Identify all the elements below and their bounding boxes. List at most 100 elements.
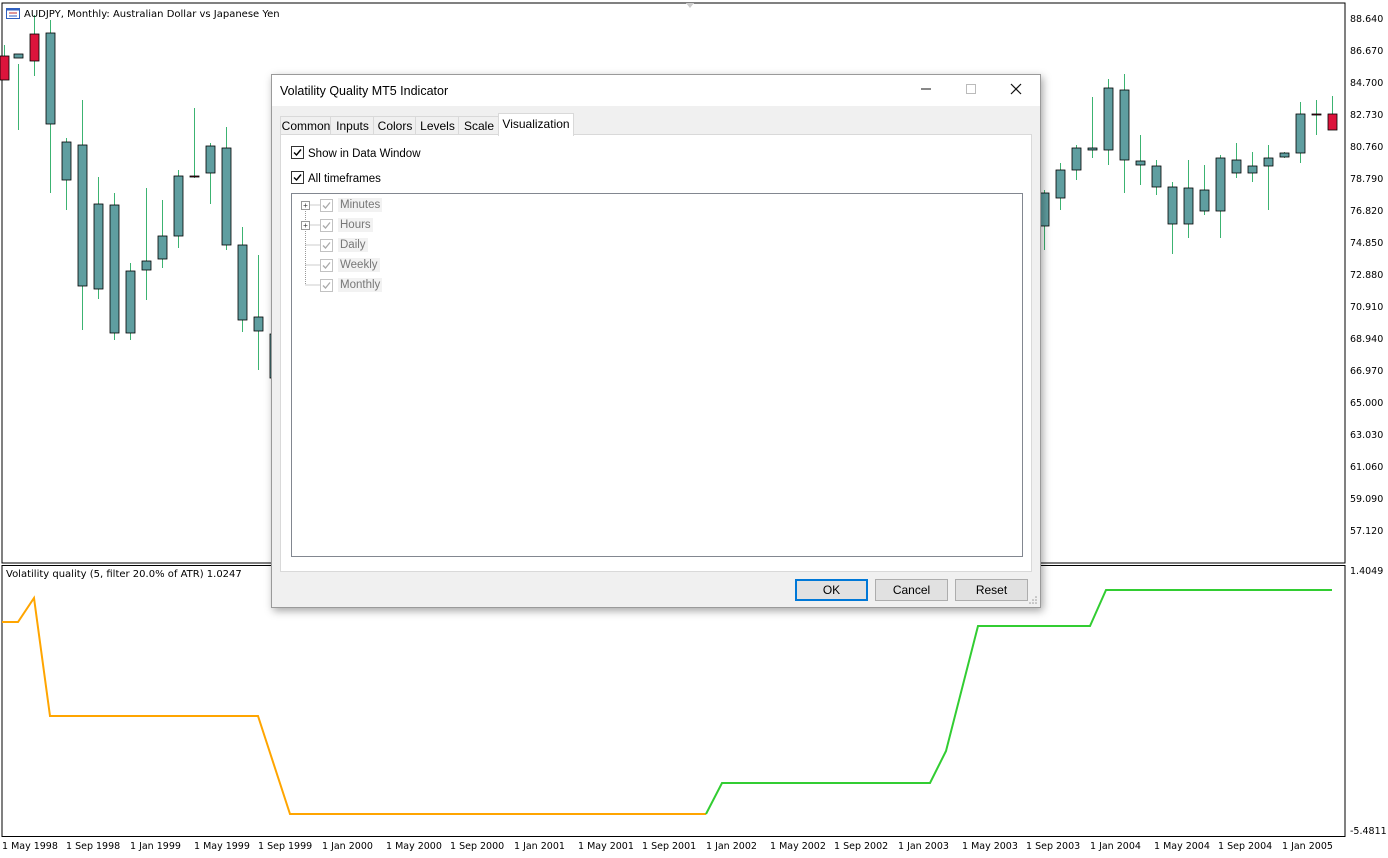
show-in-data-window-checkbox[interactable]: Show in Data Window bbox=[291, 146, 421, 160]
tab-colors[interactable]: Colors bbox=[373, 116, 417, 136]
timeframes-tree[interactable]: + Minutes + Hours Daily Weekly Monthly bbox=[291, 193, 1023, 557]
indicator-axis-top: 1.4049 bbox=[1350, 566, 1384, 577]
candle-body bbox=[1039, 192, 1050, 227]
candle-body bbox=[141, 260, 152, 271]
price-axis-label: 72.880 bbox=[1350, 270, 1384, 281]
candle-body bbox=[1087, 147, 1098, 151]
price-axis-label: 66.970 bbox=[1350, 366, 1384, 377]
chart-window-icon bbox=[6, 8, 20, 19]
time-axis-label: 1 May 2001 bbox=[578, 841, 634, 852]
close-button[interactable] bbox=[993, 75, 1038, 106]
minimize-button[interactable] bbox=[903, 75, 948, 106]
price-axis-label: 80.760 bbox=[1350, 142, 1384, 153]
time-axis-label: 1 May 1998 bbox=[2, 841, 58, 852]
candle-body bbox=[253, 316, 264, 332]
reset-button[interactable]: Reset bbox=[955, 579, 1028, 601]
candle-body bbox=[189, 175, 200, 178]
candle-body bbox=[1151, 165, 1162, 188]
tree-item-label: Hours bbox=[338, 218, 373, 232]
checkbox-checked-icon bbox=[291, 146, 304, 159]
checkbox-checked-icon[interactable] bbox=[320, 199, 333, 212]
candle-body bbox=[1167, 186, 1178, 225]
price-axis-label: 70.910 bbox=[1350, 302, 1384, 313]
candle-body bbox=[125, 270, 136, 334]
candle-body bbox=[29, 33, 40, 62]
candle-body bbox=[1199, 189, 1210, 212]
tab-visualization[interactable]: Visualization bbox=[498, 113, 574, 136]
candle-body bbox=[1183, 187, 1194, 225]
time-axis-label: 1 Sep 2004 bbox=[1218, 841, 1273, 852]
time-axis-label: 1 Sep 1998 bbox=[66, 841, 121, 852]
maximize-icon bbox=[965, 84, 976, 94]
indicator-title: Volatility quality (5, filter 20.0% of A… bbox=[6, 569, 242, 580]
time-axis-label: 1 Jan 2001 bbox=[514, 841, 565, 852]
checkbox-checked-icon[interactable] bbox=[320, 239, 333, 252]
dialog-titlebar[interactable]: Volatility Quality MT5 Indicator bbox=[272, 75, 1040, 106]
time-axis-label: 1 Sep 2000 bbox=[450, 841, 505, 852]
tree-item-label: Weekly bbox=[338, 258, 380, 272]
candle-body bbox=[1071, 147, 1082, 171]
price-axis-label: 84.700 bbox=[1350, 78, 1384, 89]
candle-body bbox=[1295, 113, 1306, 154]
candle-body bbox=[1311, 113, 1322, 116]
tree-item-label: Monthly bbox=[338, 278, 383, 292]
visualization-panel: Show in Data Window All timeframes + Min… bbox=[280, 134, 1032, 572]
time-axis-label: 1 May 2004 bbox=[1154, 841, 1210, 852]
candle-body bbox=[237, 244, 248, 321]
chart-title-text: AUDJPY, Monthly: Australian Dollar vs Ja… bbox=[24, 9, 280, 20]
chart-title: AUDJPY, Monthly: Australian Dollar vs Ja… bbox=[6, 8, 280, 20]
time-axis-label: 1 May 2003 bbox=[962, 841, 1018, 852]
price-axis-label: 68.940 bbox=[1350, 334, 1384, 345]
tree-item-label: Daily bbox=[338, 238, 368, 252]
tab-inputs[interactable]: Inputs bbox=[330, 116, 375, 136]
tab-scale[interactable]: Scale bbox=[458, 116, 500, 136]
candle-body bbox=[221, 147, 232, 246]
candle-body bbox=[1103, 87, 1114, 151]
tab-levels[interactable]: Levels bbox=[415, 116, 460, 136]
candle-body bbox=[173, 175, 184, 237]
candle-body bbox=[1263, 157, 1274, 167]
expand-icon[interactable]: + bbox=[301, 201, 310, 210]
candle-body bbox=[77, 144, 88, 287]
dialog-title: Volatility Quality MT5 Indicator bbox=[280, 84, 449, 98]
time-axis-label: 1 Jan 2002 bbox=[706, 841, 757, 852]
price-axis-label: 78.790 bbox=[1350, 174, 1384, 185]
checkbox-checked-icon[interactable] bbox=[320, 279, 333, 292]
indicator-properties-dialog[interactable]: Volatility Quality MT5 Indicator Common … bbox=[271, 74, 1041, 608]
time-axis-label: 1 Sep 2002 bbox=[834, 841, 889, 852]
expand-icon[interactable]: + bbox=[301, 221, 310, 230]
time-axis-label: 1 May 1999 bbox=[194, 841, 250, 852]
checkbox-checked-icon bbox=[291, 171, 304, 184]
candle-body bbox=[1327, 113, 1338, 131]
time-axis-label: 1 Jan 2000 bbox=[322, 841, 373, 852]
resize-grip-icon[interactable] bbox=[1028, 595, 1038, 605]
candle-body bbox=[157, 235, 168, 260]
price-axis-label: 74.850 bbox=[1350, 238, 1384, 249]
candle-body bbox=[1247, 165, 1258, 174]
all-timeframes-checkbox[interactable]: All timeframes bbox=[291, 171, 381, 185]
ok-button[interactable]: OK bbox=[795, 579, 868, 601]
close-icon bbox=[1010, 83, 1021, 95]
show-in-data-window-label: Show in Data Window bbox=[308, 148, 421, 160]
price-axis-label: 57.120 bbox=[1350, 526, 1384, 537]
checkbox-checked-icon[interactable] bbox=[320, 259, 333, 272]
time-axis-label: 1 Sep 2001 bbox=[642, 841, 697, 852]
indicator-axis-bottom: -5.4811 bbox=[1350, 826, 1387, 837]
checkbox-checked-icon[interactable] bbox=[320, 219, 333, 232]
price-axis-label: 76.820 bbox=[1350, 206, 1384, 217]
time-axis-label: 1 Jan 2005 bbox=[1282, 841, 1333, 852]
candle-body bbox=[205, 145, 216, 174]
candle-body bbox=[61, 141, 72, 181]
candle-body bbox=[0, 55, 10, 81]
candle-body bbox=[109, 204, 120, 334]
minimize-icon bbox=[920, 88, 931, 90]
candle-body bbox=[93, 203, 104, 290]
candle-body bbox=[1215, 157, 1226, 212]
price-axis-label: 82.730 bbox=[1350, 110, 1384, 121]
maximize-button[interactable] bbox=[948, 75, 993, 106]
time-axis-label: 1 Jan 1999 bbox=[130, 841, 181, 852]
candle-body bbox=[45, 32, 56, 125]
candle-body bbox=[13, 53, 24, 59]
cancel-button[interactable]: Cancel bbox=[875, 579, 948, 601]
tab-common[interactable]: Common bbox=[280, 116, 332, 136]
